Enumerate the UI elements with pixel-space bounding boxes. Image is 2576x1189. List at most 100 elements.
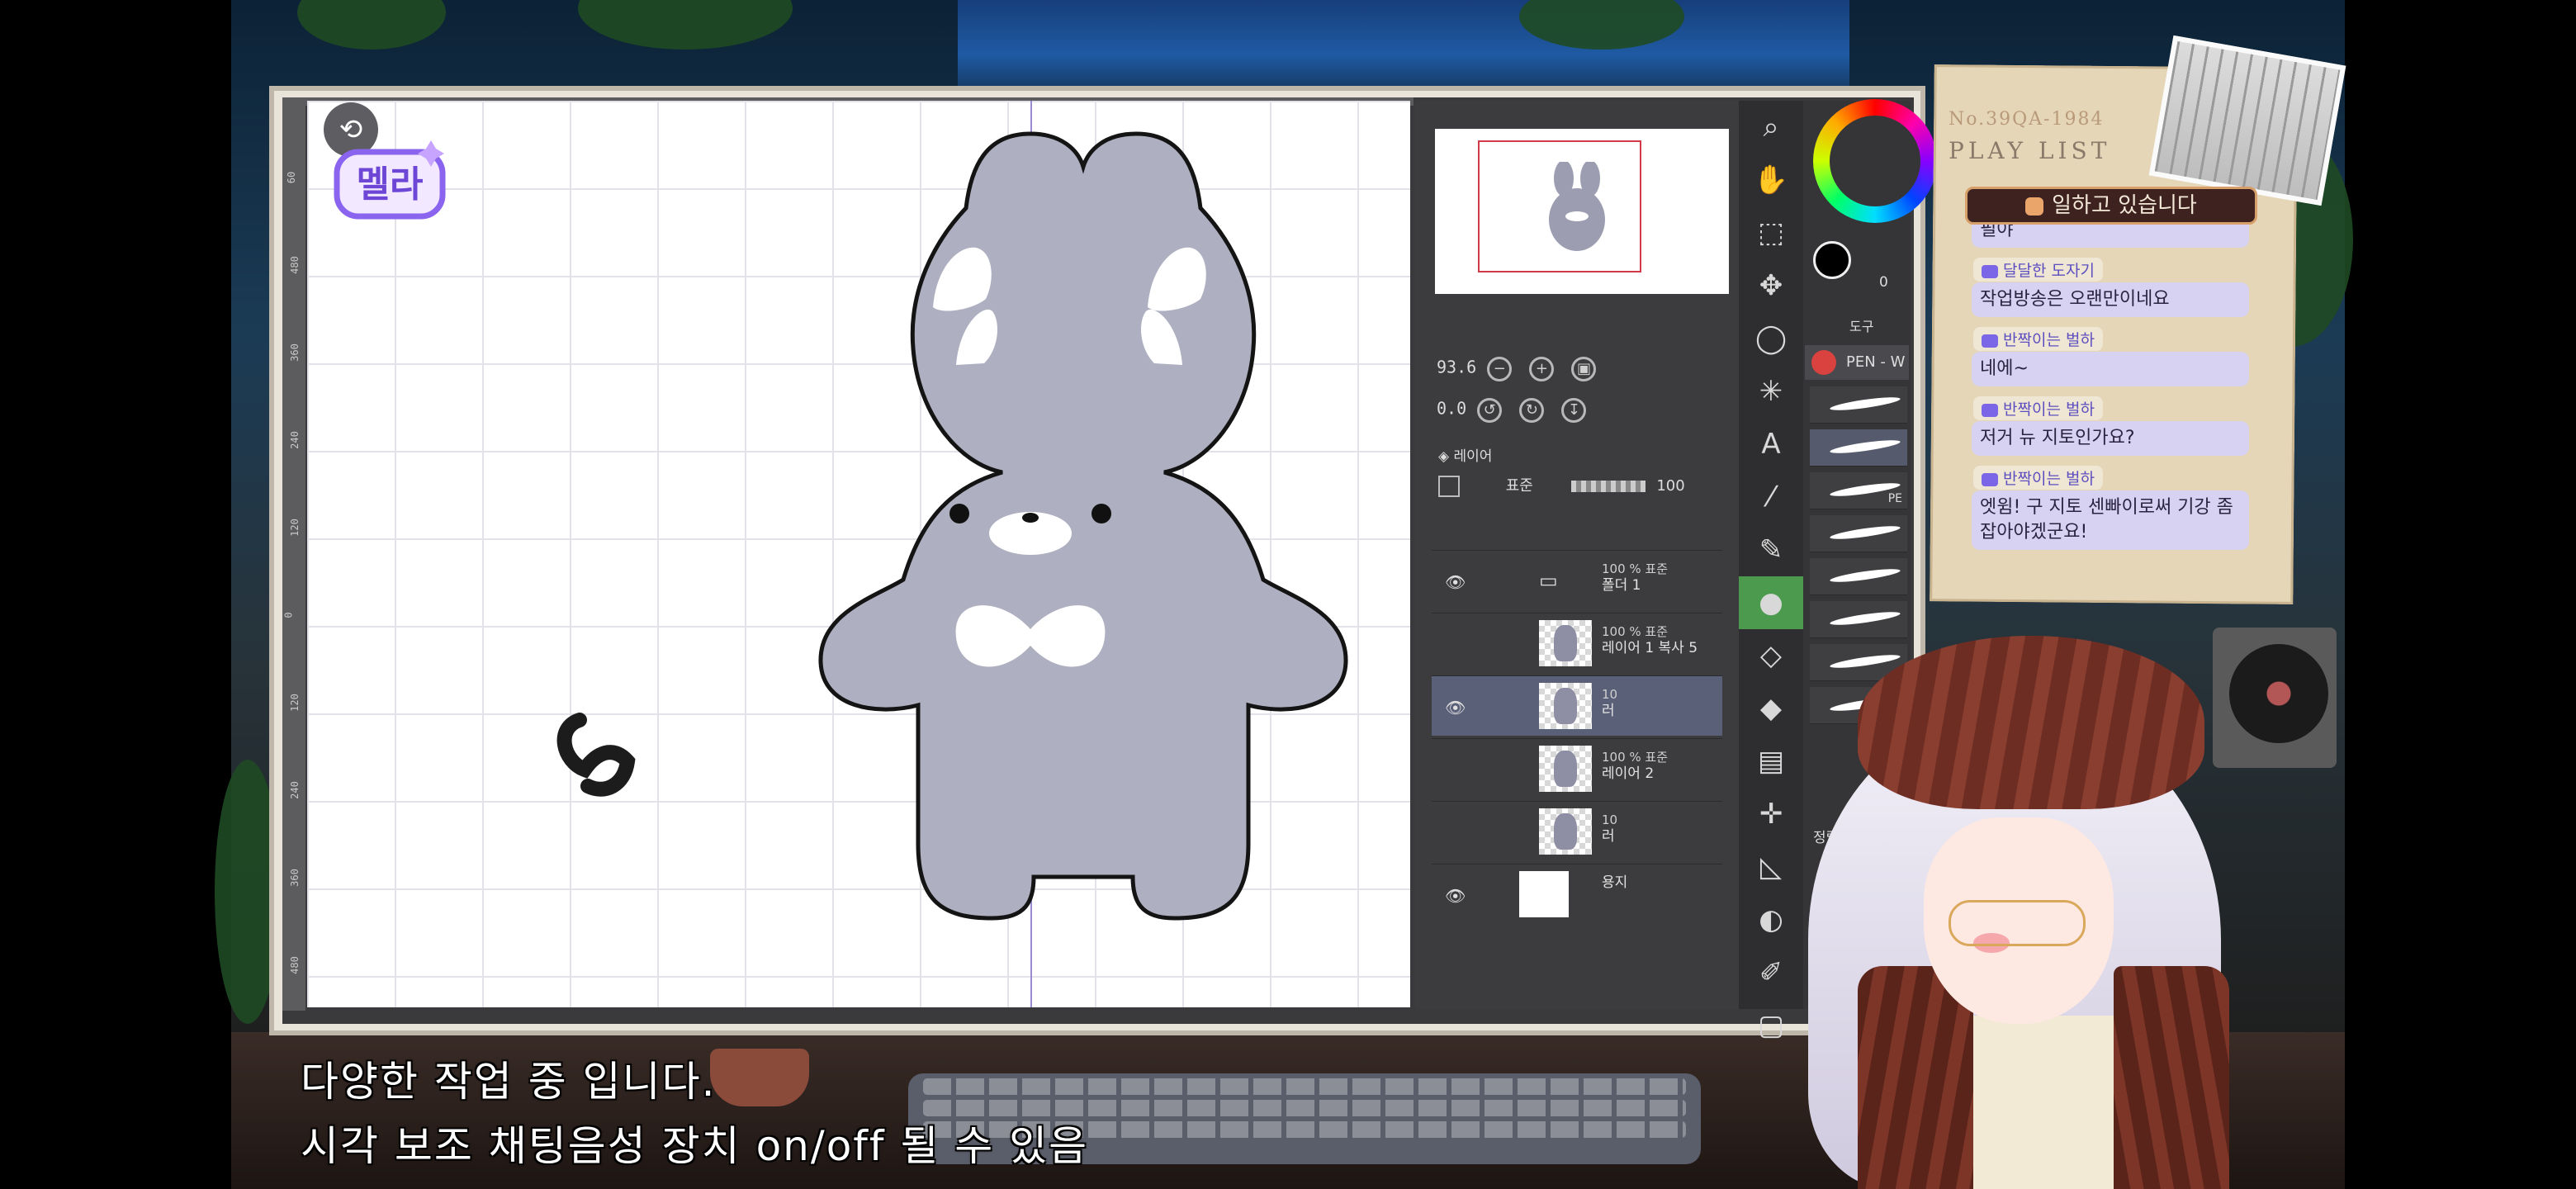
main-color-swatch[interactable] (1813, 241, 1851, 279)
ruler-tick: 480 (288, 256, 301, 274)
layer-row[interactable]: 100 % 표준 레이어 2 (1432, 738, 1722, 798)
layer-name: 러 (1602, 703, 1615, 719)
layer-name-block: 용지 (1602, 874, 1627, 891)
brush-preset[interactable] (1810, 558, 1907, 595)
svg-text:멜라: 멜라 (357, 163, 424, 206)
layer-tab[interactable]: ◈ 레이어 (1438, 444, 1492, 465)
layer-color-box[interactable] (1438, 476, 1460, 497)
pen-tool-icon[interactable]: ✎ (1739, 523, 1803, 576)
reset-rotate-icon[interactable]: ↧ (1561, 398, 1587, 423)
visibility-eye-icon[interactable]: 👁 (1445, 886, 1466, 906)
layer-name: 레이어 2 (1602, 765, 1655, 782)
paper-layer-row[interactable]: 👁 용지 (1432, 864, 1722, 924)
playlist-title: PLAY LIST (1949, 137, 2111, 164)
fit-icon[interactable]: ▣ (1571, 357, 1597, 381)
chat-badge-icon (1982, 334, 1998, 348)
layer-property-bar: 표준 100 (1438, 474, 1727, 507)
caption-line-2: 시각 보조 채팅음성 장치 on/off 될 수 있음 (301, 1122, 1089, 1170)
ruler-tick: 480 (288, 956, 301, 974)
blend-tool-icon[interactable]: ◐ (1739, 893, 1803, 946)
brush-preset[interactable] (1810, 386, 1907, 424)
fill-tool-icon[interactable]: ◆ (1739, 682, 1803, 735)
eraser-icon[interactable]: ◇ (1739, 629, 1803, 682)
zoom-in-icon[interactable]: + (1529, 357, 1555, 381)
chat-username: 달달한 도자기 (1973, 258, 2103, 282)
brush-preset-selected[interactable] (1810, 429, 1907, 467)
rotate-right-icon[interactable]: ↻ (1519, 398, 1545, 423)
chat-message: 필야 (1972, 225, 2249, 248)
navigator-view-rect[interactable] (1478, 140, 1641, 272)
color-swatch-icon[interactable]: ▢ (1739, 999, 1803, 1052)
layer-folder-row[interactable]: 👁 ▭ 100 % 표준 폴더 1 (1432, 550, 1722, 610)
vinyl-record (2229, 644, 2328, 743)
brush-preset[interactable] (1810, 601, 1907, 638)
operation-tool-icon[interactable]: ⬚ (1739, 206, 1803, 259)
rotate-left-icon[interactable]: ↺ (1477, 398, 1503, 423)
figure-tool-icon[interactable]: ✛ (1739, 788, 1803, 841)
layer-name: 폴더 1 (1602, 577, 1641, 594)
angle-value[interactable]: 0.0 (1437, 399, 1466, 419)
layer-opacity-mode: 10 (1602, 812, 1618, 827)
ruler-tool-icon[interactable]: ◺ (1739, 841, 1803, 893)
layer-thumbnail (1539, 808, 1592, 855)
chat-message: 엣윔! 구 지토 센빠이로써 기강 좀 잡아야겠군요! (1972, 490, 2249, 550)
magic-wand-icon[interactable]: ✳ (1739, 365, 1803, 418)
chat-badge-icon (1982, 403, 1998, 417)
chat-username-text: 달달한 도자기 (2003, 262, 2095, 280)
tea-cup (710, 1049, 809, 1106)
visibility-eye-icon[interactable]: 👁 (1445, 698, 1466, 718)
zoom-value[interactable]: 93.6 (1437, 358, 1476, 377)
color-wheel-center (1830, 116, 1920, 206)
chat-badge-icon (1982, 472, 1998, 486)
opacity-slider[interactable] (1570, 481, 1646, 492)
blend-mode-select[interactable]: 표준 (1506, 477, 1533, 495)
zoom-out-icon[interactable]: − (1487, 357, 1513, 381)
chat-username: 반짝이는 벌하 (1973, 396, 2103, 420)
correction-tool-icon[interactable]: ✐ (1739, 946, 1803, 999)
brush-preset[interactable]: PE (1810, 472, 1907, 509)
layer-opacity-mode: 100 % 표준 (1602, 624, 1669, 639)
move-tool-icon[interactable]: ✥ (1739, 259, 1803, 312)
opacity-value[interactable]: 100 (1656, 477, 1684, 495)
layer-thumbnail (1539, 620, 1592, 666)
night-window (958, 0, 1849, 91)
brush-tool-icon[interactable]: ● (1739, 576, 1803, 629)
streamer-logo: 멜라 (334, 140, 446, 220)
pen-apple-icon (1811, 350, 1836, 375)
chat-message: 저거 뉴 지토인가요? (1972, 421, 2249, 456)
layer-row[interactable]: 👁 10 러 (1432, 675, 1722, 736)
sub-tool-tab[interactable]: 도구 (1849, 315, 1873, 335)
polaroid-photo (2148, 35, 2346, 206)
chat-username-text: 반짝이는 벌하 (2003, 331, 2095, 349)
layer-name: 용지 (1602, 874, 1628, 891)
layer-name-block: 10 러 (1602, 686, 1617, 719)
ruler-tick: 120 (288, 694, 301, 712)
paper-thumb (1519, 871, 1569, 917)
zoom-tool-icon[interactable]: ⌕ (1739, 101, 1803, 154)
playlist-number: No.39QA-1984 (1949, 109, 2105, 130)
chat-username-text: 반짝이는 벌하 (2003, 470, 2095, 488)
ruler-tick: 120 (288, 519, 301, 537)
hand-tool-icon[interactable]: ✋ (1739, 154, 1803, 206)
layer-name: 레이어 1 복사 5 (1602, 640, 1698, 656)
tool-palette: ⌕ ✋ ⬚ ✥ ◯ ✳ A ⁄ ✎ ● ◇ ◆ ▤ ✛ ◺ ◐ ✐ ▢ (1739, 101, 1803, 1042)
avatar-glasses (1949, 900, 2086, 946)
layer-name-block: 100 % 표준 폴더 1 (1602, 561, 1668, 594)
gradient-icon[interactable]: ▤ (1739, 735, 1803, 788)
lasso-tool-icon[interactable]: ◯ (1739, 312, 1803, 365)
layer-row[interactable]: 10 러 (1432, 801, 1722, 861)
stream-screen: 60 480 360 240 120 0 120 240 360 480 ⟲ 멜라 93.6 − (0, 0, 2576, 1189)
chat-clipped: 필야 (1965, 225, 2254, 249)
paw-icon (2025, 197, 2044, 216)
layer-stack-icon: ◈ (1438, 448, 1454, 465)
layer-thumbnail (1539, 746, 1592, 792)
avatar-shirt (1973, 1016, 2114, 1189)
visibility-eye-icon[interactable]: 👁 (1445, 572, 1466, 592)
layer-row[interactable]: 100 % 표준 레이어 1 복사 5 (1432, 613, 1722, 673)
brush-preset[interactable] (1810, 515, 1907, 552)
layer-opacity-mode: 100 % 표준 (1602, 750, 1669, 765)
text-tool-icon[interactable]: A (1739, 418, 1803, 471)
ruler-tick: 360 (288, 869, 301, 887)
eyedropper-icon[interactable]: ⁄ (1739, 471, 1803, 523)
chat-message: 네에~ (1972, 352, 2249, 386)
